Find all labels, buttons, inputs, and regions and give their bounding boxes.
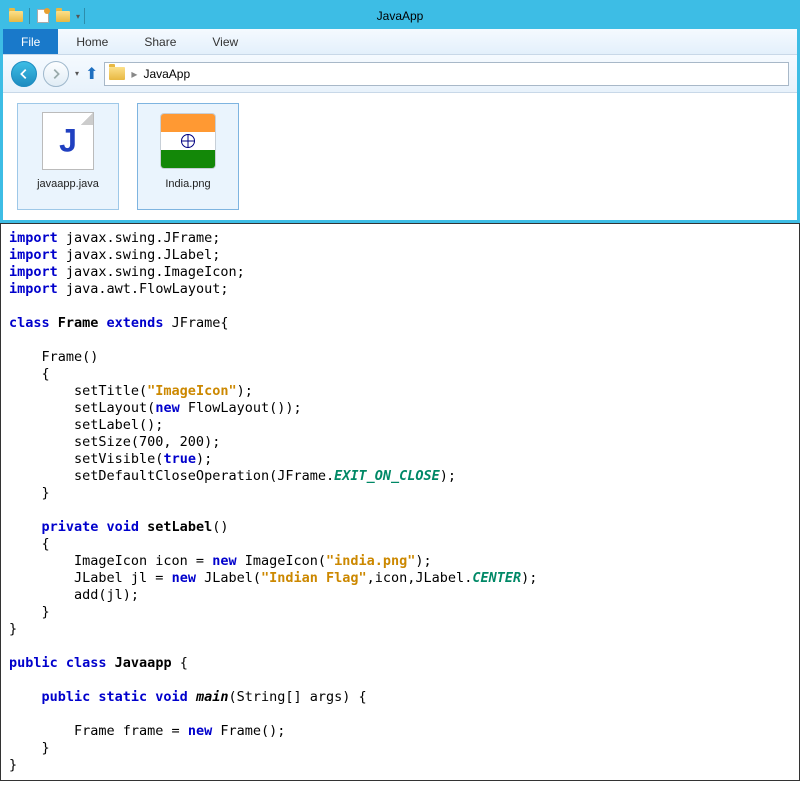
file-item-png[interactable]: India.png: [137, 103, 239, 210]
file-item-java[interactable]: J javaapp.java: [17, 103, 119, 210]
breadcrumb-folder[interactable]: JavaApp: [143, 67, 190, 81]
address-bar[interactable]: ▸ JavaApp: [104, 62, 789, 86]
quick-access-toolbar: ▾: [7, 7, 87, 25]
tab-share[interactable]: Share: [126, 29, 194, 54]
java-file-icon: J: [40, 110, 96, 172]
india-flag-icon: [160, 110, 216, 172]
file-label: India.png: [165, 176, 210, 190]
ribbon-tabs: File Home Share View: [3, 29, 797, 55]
tab-view[interactable]: View: [194, 29, 256, 54]
tab-home[interactable]: Home: [58, 29, 126, 54]
forward-button[interactable]: [43, 61, 69, 87]
qat-dropdown-icon[interactable]: ▾: [76, 12, 80, 21]
folder-icon[interactable]: [7, 7, 25, 25]
up-button[interactable]: ⬆: [85, 64, 98, 84]
back-button[interactable]: [11, 61, 37, 87]
arrow-left-icon: [17, 67, 31, 81]
nav-toolbar: ▾ ⬆ ▸ JavaApp: [3, 55, 797, 93]
code-editor: import javax.swing.JFrame; import javax.…: [0, 223, 800, 781]
folder-icon[interactable]: [54, 7, 72, 25]
recent-locations-icon[interactable]: ▾: [75, 69, 79, 78]
tab-file[interactable]: File: [3, 29, 58, 54]
file-explorer-window: ▾ JavaApp File Home Share View ▾ ⬆ ▸ Jav…: [0, 0, 800, 223]
window-title: JavaApp: [377, 9, 424, 23]
new-file-icon[interactable]: [34, 7, 52, 25]
file-label: javaapp.java: [37, 176, 99, 190]
file-list: J javaapp.java India.png: [3, 93, 797, 223]
folder-icon: [109, 67, 125, 80]
breadcrumb-separator: ▸: [131, 67, 137, 81]
separator: [84, 8, 85, 24]
separator: [29, 8, 30, 24]
arrow-right-icon: [49, 67, 63, 81]
titlebar: ▾ JavaApp: [3, 3, 797, 29]
